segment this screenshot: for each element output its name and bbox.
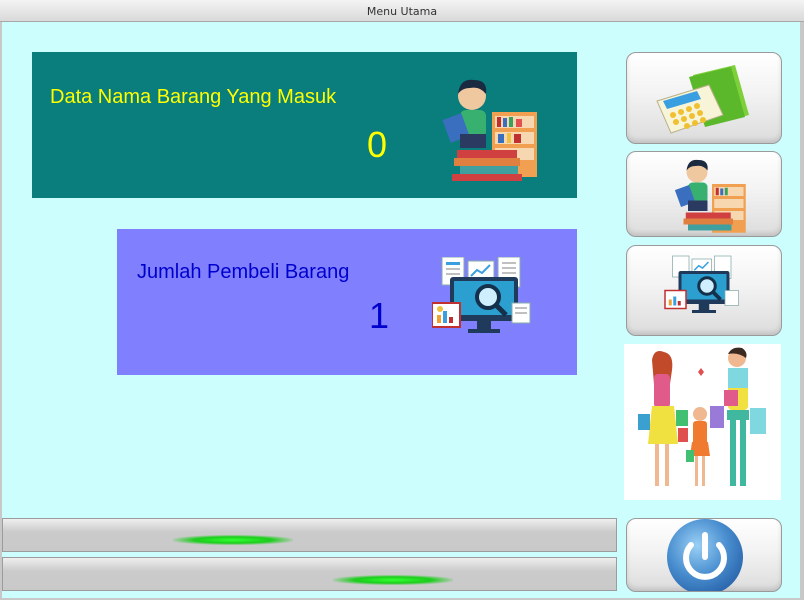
status-bar-top [2, 518, 617, 552]
calculator-menu-button[interactable] [626, 52, 782, 144]
green-glow-indicator [173, 535, 293, 545]
main-content: Data Nama Barang Yang Masuk 0 Jumlah Pem… [2, 22, 800, 598]
reading-books-icon [627, 152, 781, 240]
status-bar-bottom [2, 557, 617, 591]
buyers-count: 1 [369, 295, 390, 336]
incoming-goods-count: 0 [367, 124, 388, 165]
buyers-title: Jumlah Pembeli Barang [137, 261, 350, 283]
calculator-folder-icon [627, 53, 781, 147]
buyers-menu-button[interactable] [626, 245, 782, 336]
reading-books-icon [432, 72, 542, 186]
incoming-goods-title: Data Nama Barang Yang Masuk [50, 86, 337, 108]
green-glow-indicator [333, 575, 453, 585]
incoming-goods-panel: Data Nama Barang Yang Masuk 0 [32, 52, 577, 198]
exit-button[interactable] [626, 518, 782, 595]
monitor-analytics-icon [627, 246, 781, 339]
incoming-goods-menu-button[interactable] [626, 151, 782, 237]
window-titlebar[interactable]: Menu Utama [0, 0, 804, 22]
shopping-family-illustration [624, 344, 781, 500]
monitor-analytics-icon [431, 256, 537, 341]
buyers-panel: Jumlah Pembeli Barang 1 [117, 229, 577, 375]
window-title: Menu Utama [366, 5, 438, 18]
power-icon [627, 519, 781, 595]
